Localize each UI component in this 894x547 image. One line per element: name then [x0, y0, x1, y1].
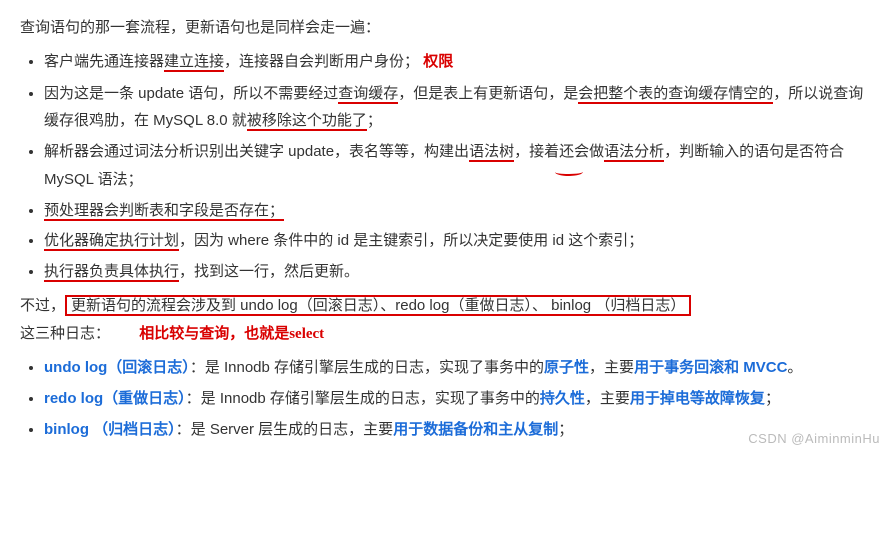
text: 客户端先通连接器 — [44, 53, 164, 70]
underlined: 优化器确定执行计划 — [44, 232, 179, 251]
log-name: undo log（回滚日志） — [44, 359, 190, 376]
text: ，因为 where 条件中的 id 是主键索引，所以决定要使用 id 这个索引； — [179, 232, 643, 249]
logs-list: undo log（回滚日志）：是 Innodb 存储引擎层生成的日志，实现了事务… — [20, 354, 874, 443]
underlined: 被移除这个功能了 — [247, 112, 367, 131]
text: ：是 Innodb 存储引擎层生成的日志，实现了事务中的 — [190, 359, 544, 376]
paragraph-logs: 不过，更新语句的流程会涉及到 undo log（回滚日志）、redo log（重… — [20, 292, 874, 349]
text: ，主要 — [585, 390, 630, 407]
text: 不过， — [20, 297, 65, 314]
handwritten-annotation: 权限 — [423, 54, 453, 70]
text: ，但是表上有更新语句，是 — [398, 85, 578, 102]
keyword: 用于掉电等故障恢复 — [630, 390, 765, 407]
text: 。 — [787, 359, 802, 376]
text: ：是 Server 层生成的日志，主要 — [176, 421, 394, 438]
text: ； — [367, 112, 382, 129]
list-item: redo log（重做日志）：是 Innodb 存储引擎层生成的日志，实现了事务… — [44, 385, 874, 413]
text: ； — [765, 390, 780, 407]
text: ，找到这一行，然后更新。 — [179, 263, 359, 280]
watermark: CSDN @AiminminHu — [748, 427, 880, 451]
keyword: 持久性 — [540, 390, 585, 407]
boxed-text: 更新语句的流程会涉及到 undo log（回滚日志）、redo log（重做日志… — [65, 295, 691, 316]
underlined: 建立连接 — [164, 53, 224, 72]
text: ，接着还会做 — [514, 143, 604, 160]
text: 这三种日志： — [20, 325, 110, 342]
list-item: 解析器会通过词法分析识别出关键字 update，表名等等，构建出语法树，接着还会… — [44, 138, 874, 194]
text: ，连接器自会判断用户身份； — [224, 53, 419, 70]
text: ； — [558, 421, 573, 438]
underlined: 会把整个表的查询缓存情空的 — [578, 85, 773, 104]
text: ，主要 — [589, 359, 634, 376]
log-name: redo log（重做日志） — [44, 390, 186, 407]
underlined: 查询缓存 — [338, 85, 398, 104]
list-item: 执行器负责具体执行，找到这一行，然后更新。 — [44, 258, 874, 286]
text: ：是 Innodb 存储引擎层生成的日志，实现了事务中的 — [186, 390, 540, 407]
log-name: binlog （归档日志） — [44, 421, 176, 438]
text: 因为这是一条 update 语句，所以不需要经过 — [44, 85, 338, 102]
text: 解析器会通过词法分析识别出关键字 update，表名等等，构建出 — [44, 143, 469, 160]
list-item: 优化器确定执行计划，因为 where 条件中的 id 是主键索引，所以决定要使用… — [44, 227, 874, 255]
underlined: 语法树 — [469, 143, 514, 162]
underlined: 语法分析 — [604, 143, 664, 162]
list-item: 客户端先通连接器建立连接，连接器自会判断用户身份； 权限 — [44, 48, 874, 77]
handwritten-annotation: 相比较与查询，也就是select — [139, 326, 324, 342]
keyword: 用于数据备份和主从复制 — [393, 421, 558, 438]
list-item: 预处理器会判断表和字段是否存在； — [44, 197, 874, 225]
keyword: 用于事务回滚和 MVCC — [634, 359, 787, 376]
underlined: 执行器负责具体执行 — [44, 263, 179, 282]
underlined: 预处理器会判断表和字段是否存在； — [44, 202, 284, 221]
intro-text: 查询语句的那一套流程，更新语句也是同样会走一遍： — [20, 14, 874, 42]
steps-list: 客户端先通连接器建立连接，连接器自会判断用户身份； 权限 因为这是一条 upda… — [20, 48, 874, 286]
list-item: 因为这是一条 update 语句，所以不需要经过查询缓存，但是表上有更新语句，是… — [44, 80, 874, 136]
list-item: undo log（回滚日志）：是 Innodb 存储引擎层生成的日志，实现了事务… — [44, 354, 874, 382]
keyword: 原子性 — [544, 359, 589, 376]
